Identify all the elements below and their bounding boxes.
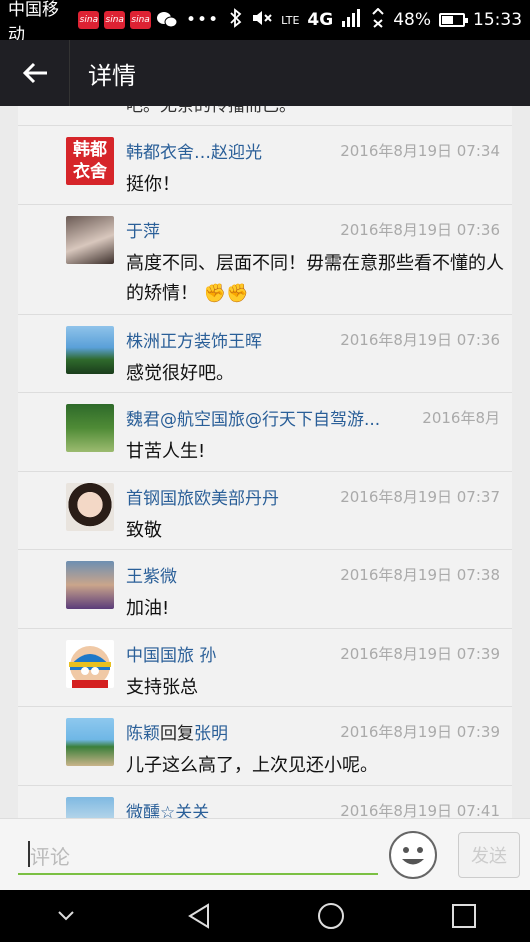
comment-time: 2016年8月19日 07:36 xyxy=(340,220,500,239)
avatar-logo-text: 韩都 xyxy=(73,140,107,160)
comment-text: 支持张总 xyxy=(126,676,198,698)
commenter-name[interactable]: 微醺☆关关 xyxy=(126,798,209,819)
page-title: 详情 xyxy=(88,61,136,90)
comment-item[interactable]: 韩都 衣舍 韩都衣舍…赵迎光 2016年8月19日 07:34 挺你！ xyxy=(18,126,512,205)
commenter-name[interactable]: 魏君@航空国旅@行天下自驾游... xyxy=(126,405,380,430)
comment-item[interactable]: 王紫微 2016年8月19日 07:38 加油! xyxy=(18,550,512,629)
sina-weibo-icon: sina xyxy=(130,11,152,29)
comment-item[interactable]: 首钢国旅欧美部丹丹 2016年8月19日 07:37 致敬 xyxy=(18,472,512,550)
sina-weibo-icon: sina xyxy=(104,11,126,29)
recents-square-icon xyxy=(451,904,476,928)
comment-item[interactable]: 魏君@航空国旅@行天下自驾游... 2016年8月 甘苦人生! xyxy=(18,393,512,472)
signal-2-icon xyxy=(371,7,385,33)
comment-text: 高度不同、层面不同！毋需在意那些看不懂的人的矫情！ ✊✊ xyxy=(126,249,506,309)
battery-icon xyxy=(439,13,469,27)
commenter-name[interactable]: 韩都衣舍…赵迎光 xyxy=(126,138,262,163)
comment-text-body: 高度不同、层面不同！毋需在意那些看不懂的人的矫情！ xyxy=(126,252,504,304)
comment-time: 2016年8月19日 07:39 xyxy=(340,723,500,741)
commenter-name[interactable]: 王紫微 xyxy=(126,562,177,587)
commenter-name[interactable]: 陈颖回复张明 xyxy=(126,719,228,744)
clock: 15:33 xyxy=(473,10,523,30)
cartoon-avatar-icon xyxy=(69,645,111,688)
commenter-name-text[interactable]: 陈颖 xyxy=(126,724,160,744)
comment-text: 致敬 xyxy=(126,519,162,541)
send-button[interactable]: 发送 xyxy=(458,832,520,878)
home-circle-icon xyxy=(318,903,345,929)
avatar[interactable]: 韩都 衣舍 xyxy=(66,137,114,185)
comment-time: 2016年8月19日 07:39 xyxy=(340,644,500,663)
back-arrow-icon xyxy=(22,62,47,84)
comment-time: 2016年8月19日 07:36 xyxy=(340,330,500,349)
comment-time: 2016年8月 xyxy=(422,409,500,427)
clipped-comment-text: 吧。无奈的传播而已。 xyxy=(18,106,512,126)
comment-text: 挺你！ xyxy=(126,174,180,195)
comment-text: 加油! xyxy=(126,598,170,619)
reply-label: 回复 xyxy=(160,724,194,744)
status-bar: 中国移动 sina sina sina ••• LTE 4G 48% 15:33 xyxy=(0,0,530,45)
commenter-name[interactable]: 首钢国旅欧美部丹丹 xyxy=(126,484,279,509)
comment-item[interactable]: 中国国旅 孙 2016年8月19日 07:39 支持张总 xyxy=(18,629,512,707)
comment-input[interactable]: 评论 xyxy=(18,833,378,875)
commenter-name[interactable]: 株洲正方装饰王晖 xyxy=(126,327,262,352)
comment-item[interactable]: 微醺☆关关 2016年8月19日 07:41 xyxy=(18,786,512,819)
avatar[interactable] xyxy=(66,718,114,766)
triangle-back-icon xyxy=(187,903,209,929)
avatar[interactable] xyxy=(66,404,114,452)
avatar-logo-text: 衣舍 xyxy=(73,162,107,182)
nav-recents-button[interactable] xyxy=(434,896,494,936)
chevron-down-icon xyxy=(58,911,74,921)
nav-back-button[interactable] xyxy=(169,896,229,936)
comment-item[interactable]: 于萍 2016年8月19日 07:36 高度不同、层面不同！毋需在意那些看不懂的… xyxy=(18,205,512,315)
system-nav-bar xyxy=(0,890,530,942)
comment-text: 甘苦人生! xyxy=(126,441,206,462)
comment-bar: 评论 发送 xyxy=(0,818,530,890)
network-type: 4G xyxy=(307,10,334,30)
title-bar: 详情 xyxy=(0,40,530,106)
lte-indicator: LTE xyxy=(281,13,300,27)
back-button[interactable] xyxy=(0,40,70,106)
avatar[interactable] xyxy=(66,215,114,264)
comment-time: 2016年8月19日 07:37 xyxy=(340,487,500,506)
more-notifications-icon: ••• xyxy=(186,10,220,30)
smiley-icon xyxy=(402,847,424,865)
emoji-button[interactable] xyxy=(389,831,437,879)
avatar[interactable] xyxy=(66,561,114,609)
sina-weibo-icon: sina xyxy=(78,11,100,29)
fist-emoji-icon: ✊✊ xyxy=(203,282,249,304)
carrier-name: 中国移动 xyxy=(8,0,59,45)
battery-percent: 48% xyxy=(393,10,432,30)
avatar[interactable] xyxy=(66,325,114,374)
comment-item[interactable]: 株洲正方装饰王晖 2016年8月19日 07:36 感觉很好吧。 xyxy=(18,315,512,393)
comment-time: 2016年8月19日 07:34 xyxy=(340,142,500,160)
signal-icon xyxy=(341,8,363,32)
commenter-name[interactable]: 于萍 xyxy=(126,217,160,242)
avatar[interactable] xyxy=(66,796,114,818)
avatar[interactable] xyxy=(66,639,114,688)
avatar[interactable] xyxy=(66,482,114,531)
comment-text: 儿子这么高了，上次见还小呢。 xyxy=(126,755,378,776)
reply-target-name[interactable]: 张明 xyxy=(194,724,228,744)
comment-time: 2016年8月19日 07:38 xyxy=(340,566,500,584)
nav-home-button[interactable] xyxy=(301,896,361,936)
commenter-name[interactable]: 中国国旅 孙 xyxy=(126,641,216,666)
hide-keyboard-button[interactable] xyxy=(36,896,96,936)
comment-text: 感觉很好吧。 xyxy=(126,362,234,384)
comment-item[interactable]: 陈颖回复张明 2016年8月19日 07:39 儿子这么高了，上次见还小呢。 xyxy=(18,707,512,786)
mute-icon xyxy=(251,8,273,33)
comment-list[interactable]: 吧。无奈的传播而已。 韩都 衣舍 韩都衣舍…赵迎光 2016年8月19日 07:… xyxy=(18,106,512,818)
comment-time: 2016年8月19日 07:41 xyxy=(340,801,500,819)
wechat-icon xyxy=(156,11,178,29)
bluetooth-icon xyxy=(229,7,243,33)
